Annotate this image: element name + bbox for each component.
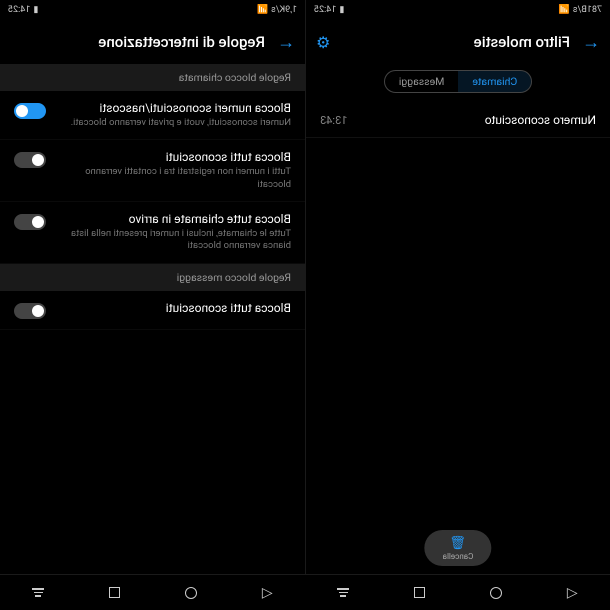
tabs: Chiamate Messaggi <box>306 64 610 103</box>
clock: 14:25 <box>8 5 30 15</box>
setting-desc: Tutte le chiamate, inclusi i numeri pres… <box>56 228 291 253</box>
net-speed: 1,9K/s <box>271 5 297 15</box>
toggle-block-unknown-hidden[interactable] <box>14 103 46 119</box>
nav-back-icon[interactable]: ◁ <box>567 585 578 601</box>
nav-recent-icon[interactable] <box>414 587 425 598</box>
section-header-messages: Regole blocco messaggi <box>0 264 305 291</box>
back-arrow-icon[interactable]: ← <box>277 32 295 53</box>
page-title: Regole di intercettazione <box>10 33 265 51</box>
nav-home-icon[interactable] <box>490 587 502 599</box>
setting-block-unknown-hidden: Blocca numeri sconosciuti/nascosti Numer… <box>0 91 305 140</box>
status-bar: 1,9K/s 📶 ▮ 14:25 <box>0 0 305 20</box>
section-header-calls: Regole blocco chiamata <box>0 64 305 91</box>
battery-icon: ▮ <box>339 5 344 15</box>
nav-menu-icon[interactable] <box>32 588 44 597</box>
delete-label: Cancella <box>443 552 474 561</box>
entry-name: Numero sconosciuto <box>485 113 596 127</box>
toggle-msg-block-unknown[interactable] <box>14 303 46 319</box>
page-title: Filtro molestie <box>342 33 570 51</box>
setting-title: Blocca numeri sconosciuti/nascosti <box>56 101 291 115</box>
setting-title: Blocca tutti sconosciuti <box>56 150 291 164</box>
nav-recent-icon[interactable] <box>109 587 120 598</box>
tab-calls[interactable]: Chiamate <box>458 71 531 92</box>
wifi-icon: 📶 <box>559 5 570 15</box>
screen-interception-rules: 1,9K/s 📶 ▮ 14:25 ← Regole di intercettaz… <box>0 0 305 574</box>
trash-icon: 🗑 <box>450 536 467 551</box>
setting-desc: Numeri sconosciuti, vuoti e privati verr… <box>56 117 291 129</box>
status-bar: 781B/s 📶 ▮ 14:25 <box>306 0 610 20</box>
setting-block-all-incoming: Blocca tutte chiamate in arrivo Tutte le… <box>0 202 305 264</box>
nav-back-icon[interactable]: ◁ <box>262 585 273 601</box>
tab-messages[interactable]: Messaggi <box>385 71 459 92</box>
net-speed: 781B/s <box>573 5 602 15</box>
setting-title: Blocca tutte chiamate in arrivo <box>56 212 291 226</box>
header: ← Regole di intercettazione <box>0 20 305 64</box>
back-arrow-icon[interactable]: ← <box>582 32 600 53</box>
toggle-block-all-unknown[interactable] <box>14 152 46 168</box>
blocked-entry[interactable]: Numero sconosciuto 13:43 <box>306 103 610 138</box>
screen-harassment-filter: 781B/s 📶 ▮ 14:25 ← Filtro molestie ⚙ Chi… <box>305 0 610 574</box>
nav-bar: ◁ ◁ <box>0 574 610 610</box>
header: ← Filtro molestie ⚙ <box>306 20 610 64</box>
clock: 14:25 <box>314 5 336 15</box>
toggle-block-all-incoming[interactable] <box>14 214 46 230</box>
setting-msg-block-unknown: Blocca tutti sconosciuti <box>0 291 305 330</box>
setting-block-all-unknown: Blocca tutti sconosciuti Tutti i numeri … <box>0 140 305 202</box>
nav-menu-icon[interactable] <box>337 588 349 597</box>
setting-desc: Tutti i numeri non registrati tra i cont… <box>56 166 291 191</box>
entry-time: 13:43 <box>320 114 347 127</box>
setting-title: Blocca tutti sconosciuti <box>56 301 291 315</box>
nav-home-icon[interactable] <box>185 587 197 599</box>
delete-button[interactable]: 🗑 Cancella <box>425 530 492 566</box>
wifi-icon: 📶 <box>257 5 268 15</box>
battery-icon: ▮ <box>33 5 38 15</box>
gear-icon[interactable]: ⚙ <box>316 33 330 52</box>
